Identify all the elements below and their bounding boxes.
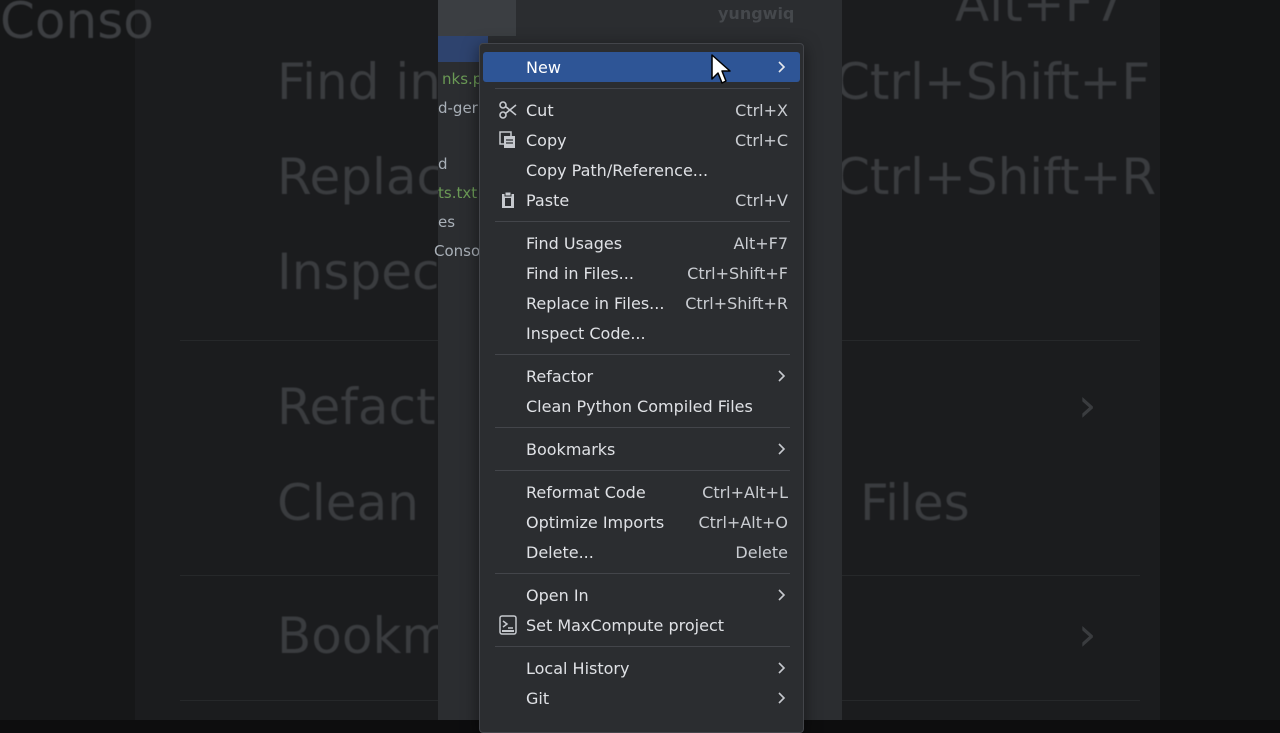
- menu-item-shortcut: Ctrl+Alt+O: [698, 512, 788, 532]
- menu-item-optimize-imports[interactable]: Optimize Imports Ctrl+Alt+O: [483, 507, 800, 537]
- project-tree-item[interactable]: d-ger: [438, 99, 478, 117]
- menu-separator: [495, 427, 790, 428]
- menu-separator: [495, 470, 790, 471]
- menu-item-label: Reformat Code: [526, 482, 646, 502]
- ide-tab-strip[interactable]: [438, 0, 516, 36]
- submenu-arrow-icon: [778, 586, 786, 605]
- menu-item-label: Copy: [526, 130, 567, 150]
- background-right-panel: [1160, 0, 1280, 720]
- menu-item-label: Replace in Files...: [526, 293, 665, 313]
- menu-item-new[interactable]: New: [483, 52, 800, 82]
- menu-item-bookmarks[interactable]: Bookmarks: [483, 434, 800, 464]
- menu-item-label: Refactor: [526, 366, 594, 386]
- menu-item-shortcut: Ctrl+Alt+L: [702, 482, 788, 502]
- project-tree-item[interactable]: ts.txt: [438, 184, 477, 202]
- menu-item-label: Open In: [526, 585, 589, 605]
- background-ghost-item: Find in: [277, 53, 441, 111]
- menu-item-shortcut: Ctrl+V: [735, 190, 788, 210]
- menu-item-label: Local History: [526, 658, 630, 678]
- background-ghost-item: Bookm: [277, 607, 451, 665]
- menu-item-shortcut: Ctrl+C: [734, 130, 788, 150]
- menu-separator: [495, 646, 790, 647]
- menu-item-label: Clean Python Compiled Files: [526, 396, 753, 416]
- menu-separator: [495, 221, 790, 222]
- username-label: yungwiq: [718, 4, 795, 23]
- background-ghost-item: Clean P: [277, 474, 465, 532]
- menu-item-set-maxcompute[interactable]: Set MaxCompute project: [483, 610, 800, 640]
- background-ghost-item: Replac: [277, 148, 445, 206]
- menu-item-delete[interactable]: Delete... Delete: [483, 537, 800, 567]
- background-ghost-shortcut: Ctrl+Shift+R: [835, 148, 1157, 206]
- menu-separator: [495, 354, 790, 355]
- context-menu: New Cut Ctrl+X Copy Ctrl+C Copy Path/Ref…: [479, 43, 804, 733]
- menu-item-label: Bookmarks: [526, 439, 616, 459]
- project-tree-item[interactable]: d: [438, 155, 448, 173]
- menu-item-find-in-files[interactable]: Find in Files... Ctrl+Shift+F: [483, 258, 800, 288]
- menu-item-copy[interactable]: Copy Ctrl+C: [483, 125, 800, 155]
- maxcompute-icon: [497, 614, 519, 636]
- menu-item-label: Git: [526, 688, 550, 708]
- menu-item-copy-path[interactable]: Copy Path/Reference...: [483, 155, 800, 185]
- menu-item-label: Copy Path/Reference...: [526, 160, 709, 180]
- background-ghost-shortcut: Alt+F7: [955, 0, 1126, 33]
- menu-item-label: Inspect Code...: [526, 323, 646, 343]
- menu-item-find-usages[interactable]: Find Usages Alt+F7: [483, 228, 800, 258]
- menu-item-paste[interactable]: Paste Ctrl+V: [483, 185, 800, 215]
- background-ghost-tail: Files: [860, 474, 970, 532]
- background-ghost-item: Inspect: [277, 243, 460, 301]
- menu-item-shortcut: Ctrl+Shift+F: [687, 263, 788, 283]
- submenu-arrow-icon: [778, 58, 786, 77]
- menu-item-shortcut: Ctrl+Shift+R: [685, 293, 788, 313]
- menu-item-replace-in-files[interactable]: Replace in Files... Ctrl+Shift+R: [483, 288, 800, 318]
- menu-item-label: Cut: [526, 100, 554, 120]
- project-tree-item[interactable]: nks.p: [442, 70, 482, 88]
- menu-item-open-in[interactable]: Open In: [483, 580, 800, 610]
- menu-item-local-history[interactable]: Local History: [483, 653, 800, 683]
- submenu-arrow-icon: [778, 440, 786, 459]
- menu-item-reformat-code[interactable]: Reformat Code Ctrl+Alt+L: [483, 477, 800, 507]
- submenu-arrow-icon: [778, 659, 786, 678]
- copy-icon: [497, 129, 519, 151]
- scissors-icon: [497, 99, 519, 121]
- project-tree-item[interactable]: es: [438, 213, 455, 231]
- menu-item-shortcut: Alt+F7: [733, 233, 788, 253]
- background-chevron-icon: ›: [1078, 378, 1097, 432]
- submenu-arrow-icon: [778, 367, 786, 386]
- menu-item-label: Paste: [526, 190, 570, 210]
- menu-item-inspect-code[interactable]: Inspect Code...: [483, 318, 800, 348]
- menu-item-label: Set MaxCompute project: [526, 615, 725, 635]
- submenu-arrow-icon: [778, 689, 786, 708]
- menu-item-label: New: [526, 57, 561, 77]
- background-ghost-shortcut: Ctrl+Shift+F: [835, 53, 1151, 111]
- menu-item-git[interactable]: Git: [483, 683, 800, 713]
- menu-separator: [495, 88, 790, 89]
- menu-item-label: Delete...: [526, 542, 594, 562]
- background-left-panel: [0, 0, 135, 720]
- background-ghost-console: Conso: [0, 0, 154, 50]
- menu-item-label: Find Usages: [526, 233, 623, 253]
- mouse-cursor-icon: [710, 53, 732, 85]
- menu-item-label: Find in Files...: [526, 263, 634, 283]
- menu-item-clean-python-compiled[interactable]: Clean Python Compiled Files: [483, 391, 800, 421]
- menu-item-refactor[interactable]: Refactor: [483, 361, 800, 391]
- clipboard-icon: [497, 189, 519, 211]
- menu-item-cut[interactable]: Cut Ctrl+X: [483, 95, 800, 125]
- background-chevron-icon: ›: [1078, 607, 1097, 661]
- menu-item-shortcut: Delete: [735, 542, 788, 562]
- menu-item-label: Optimize Imports: [526, 512, 665, 532]
- menu-separator: [495, 573, 790, 574]
- project-tree-item[interactable]: Conso: [434, 242, 480, 260]
- menu-item-shortcut: Ctrl+X: [735, 100, 788, 120]
